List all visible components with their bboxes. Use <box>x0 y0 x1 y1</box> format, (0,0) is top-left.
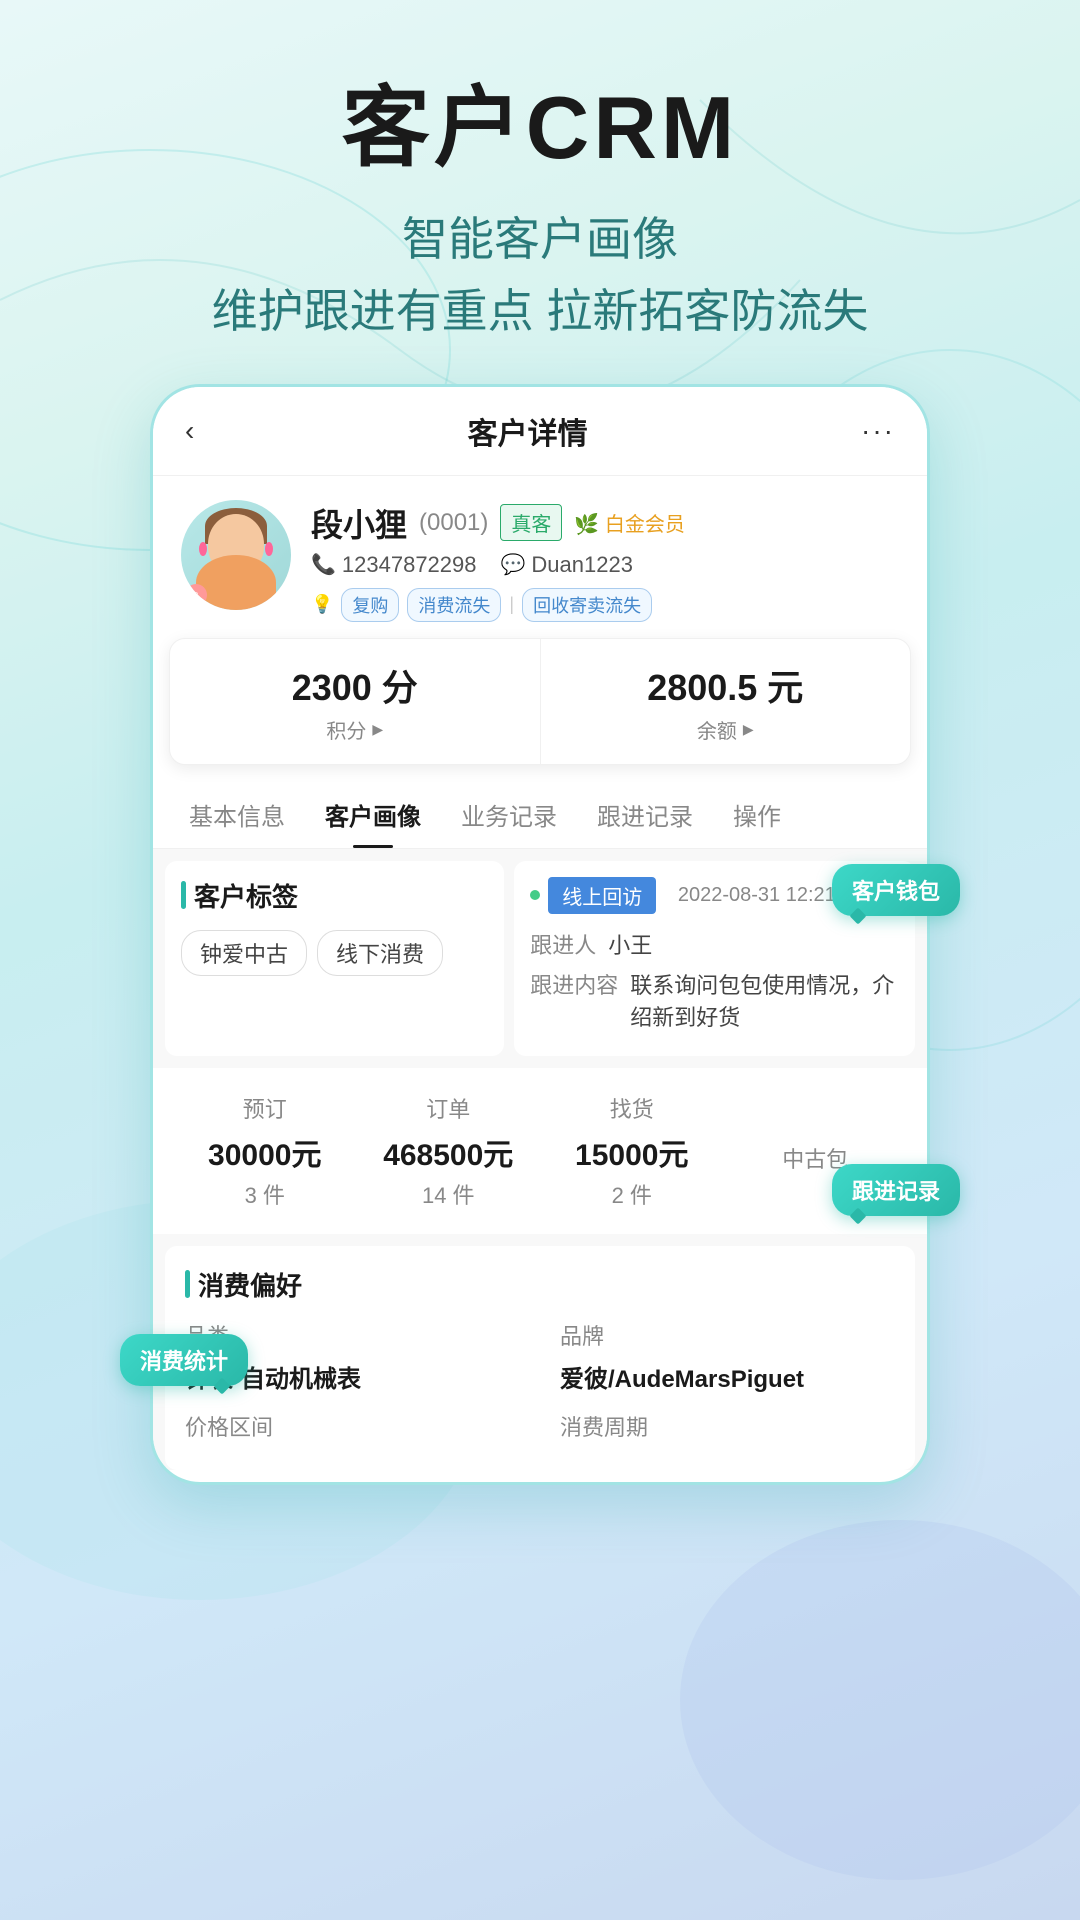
tags-row: 💡 复购 消费流失 | 回收寄卖流失 <box>311 588 899 622</box>
price-range-col: 价格区间 <box>185 1410 520 1450</box>
subtitle-line1: 智能客户画像 <box>0 207 1080 271</box>
followup-content-label: 跟进内容 <box>530 968 618 1032</box>
stat-reservation-label: 预订 <box>173 1092 357 1124</box>
followup-type-tag: 线上回访 <box>548 877 656 914</box>
phone-frame: ‹ 客户详情 ··· ♀ 段小狸 (0001) 真客 🌿 白金会员 <box>150 384 930 1485</box>
points-amount: 2300 分 <box>194 659 516 711</box>
stats-row: 预订 30000元 3 件 订单 468500元 14 件 找货 15000元 … <box>173 1084 907 1218</box>
content-area: 客户标签 钟爱中古 线下消费 线上回访 20 <box>153 849 927 1470</box>
wallet-card: 2300 分 积分 ▶ 2800.5 元 余额 ▶ <box>169 638 911 765</box>
stat-order-label: 订单 <box>357 1092 541 1124</box>
stat-find-count: 2 件 <box>540 1178 724 1210</box>
pref-row: 品类 钟表-自动机械表 品牌 爱彼/AudeMarsPiguet <box>185 1319 895 1394</box>
pref-brand: 品牌 爱彼/AudeMarsPiguet <box>560 1319 895 1394</box>
price-row: 价格区间 消费周期 <box>185 1410 895 1450</box>
wallet-float-label: 客户钱包 <box>832 864 960 916</box>
pref-indicator <box>185 1270 190 1298</box>
stat-order-amount: 468500元 <box>357 1130 541 1174</box>
tag-fangou: 复购 <box>341 588 399 622</box>
avatar-earring-left <box>199 542 207 556</box>
pref-brand-label: 品牌 <box>560 1319 895 1351</box>
stat-find-label: 找货 <box>540 1092 724 1124</box>
stat-find-item: 找货 15000元 2 件 <box>540 1084 724 1218</box>
followup-dot <box>530 890 540 900</box>
phone-number: 12347872298 <box>342 552 477 578</box>
avatar: ♀ <box>181 500 291 610</box>
followup-person-value: 小王 <box>608 928 652 960</box>
tag-zhike: 真客 <box>500 504 562 541</box>
followup-content-value: 联系询问包包使用情况，介绍新到好货 <box>630 968 899 1032</box>
wallet-balance[interactable]: 2800.5 元 余额 ▶ <box>541 639 911 764</box>
back-button[interactable]: ‹ <box>185 415 194 447</box>
tag-zhongai-zhonggu[interactable]: 钟爱中古 <box>181 930 307 976</box>
stat-find-amount: 15000元 <box>540 1130 724 1174</box>
stat-reservation: 预订 30000元 3 件 <box>173 1084 357 1218</box>
tabs-bar: 基本信息 客户画像 业务记录 跟进记录 操作 <box>153 781 927 849</box>
avatar-earring-right <box>265 542 273 556</box>
wallet-points[interactable]: 2300 分 积分 ▶ <box>170 639 541 764</box>
tag-divider: | <box>509 594 514 615</box>
nav-title: 客户详情 <box>468 409 588 453</box>
followup-content-row: 跟进内容 联系询问包包使用情况，介绍新到好货 <box>530 968 899 1032</box>
customer-id: (0001) <box>419 509 488 537</box>
tab-business-record[interactable]: 业务记录 <box>441 781 577 848</box>
price-range-label: 价格区间 <box>185 1410 520 1442</box>
tag-member: 🌿 白金会员 <box>574 508 684 537</box>
customer-tags-card: 客户标签 钟爱中古 线下消费 <box>165 861 504 1056</box>
tab-followup-record[interactable]: 跟进记录 <box>577 781 713 848</box>
tag-xiaofeiliu: 消费流失 <box>407 588 501 622</box>
pref-brand-value: 爱彼/AudeMarsPiguet <box>560 1359 895 1394</box>
customer-info: 段小狸 (0001) 真客 🌿 白金会员 📞 12347872298 💬 Dua… <box>311 500 899 622</box>
stats-section: 预订 30000元 3 件 订单 468500元 14 件 找货 15000元 … <box>153 1068 927 1234</box>
stat-order: 订单 468500元 14 件 <box>357 1084 541 1218</box>
tag-huishou: 回收寄卖流失 <box>522 588 652 622</box>
tab-basic-info[interactable]: 基本信息 <box>169 781 305 848</box>
tag-chips: 钟爱中古 线下消费 <box>181 930 488 976</box>
nav-bar: ‹ 客户详情 ··· <box>153 387 927 476</box>
wechat-id: Duan1223 <box>531 552 633 578</box>
wechat-icon: 💬 <box>501 552 526 577</box>
followup-person-row: 跟进人 小王 <box>530 928 899 960</box>
customer-profile: ♀ 段小狸 (0001) 真客 🌿 白金会员 📞 12347872298 💬 <box>153 476 927 638</box>
tab-customer-profile[interactable]: 客户画像 <box>305 781 441 848</box>
stat-reservation-count: 3 件 <box>173 1178 357 1210</box>
main-title: 客户CRM <box>0 80 1080 177</box>
section-indicator <box>181 881 186 909</box>
customer-name-row: 段小狸 (0001) 真客 🌿 白金会员 <box>311 500 899 546</box>
tag-prefix-icon: 💡 <box>311 594 333 615</box>
gender-badge: ♀ <box>185 584 207 606</box>
cycle-col: 消费周期 <box>560 1410 895 1450</box>
cycle-label: 消费周期 <box>560 1410 895 1442</box>
header-section: 客户CRM 智能客户画像 维护跟进有重点 拉新拓客防流失 <box>0 0 1080 384</box>
wechat-contact: 💬 Duan1223 <box>501 552 633 578</box>
customer-tags-title: 客户标签 <box>181 877 488 914</box>
phone-mockup: 客户钱包 跟进记录 消费统计 ‹ 客户详情 ··· ♀ 段小狸 (0001) <box>150 384 930 1485</box>
subtitle-line2: 维护跟进有重点 拉新拓客防流失 <box>0 279 1080 343</box>
preference-title: 消费偏好 <box>185 1266 895 1303</box>
avatar-body <box>196 555 276 610</box>
balance-label: 余额 ▶ <box>565 715 887 744</box>
tag-xianxia-xiaofei[interactable]: 线下消费 <box>317 930 443 976</box>
balance-arrow: ▶ <box>743 721 754 738</box>
followup-person-label: 跟进人 <box>530 928 596 960</box>
balance-amount: 2800.5 元 <box>565 659 887 711</box>
preference-section: 消费偏好 品类 钟表-自动机械表 品牌 爱彼/AudeMarsPiguet 价格… <box>165 1246 915 1470</box>
phone-contact: 📞 12347872298 <box>311 552 477 578</box>
stat-reservation-amount: 30000元 <box>173 1130 357 1174</box>
stats-float-label: 消费统计 <box>120 1334 248 1386</box>
stat-order-count: 14 件 <box>357 1178 541 1210</box>
more-button[interactable]: ··· <box>861 415 895 447</box>
points-arrow: ▶ <box>372 721 383 738</box>
phone-icon: 📞 <box>311 552 336 577</box>
tab-operations[interactable]: 操作 <box>713 781 801 848</box>
customer-name: 段小狸 <box>311 500 407 546</box>
points-label: 积分 ▶ <box>194 715 516 744</box>
contact-row: 📞 12347872298 💬 Duan1223 <box>311 552 899 578</box>
followup-float-label: 跟进记录 <box>832 1164 960 1216</box>
